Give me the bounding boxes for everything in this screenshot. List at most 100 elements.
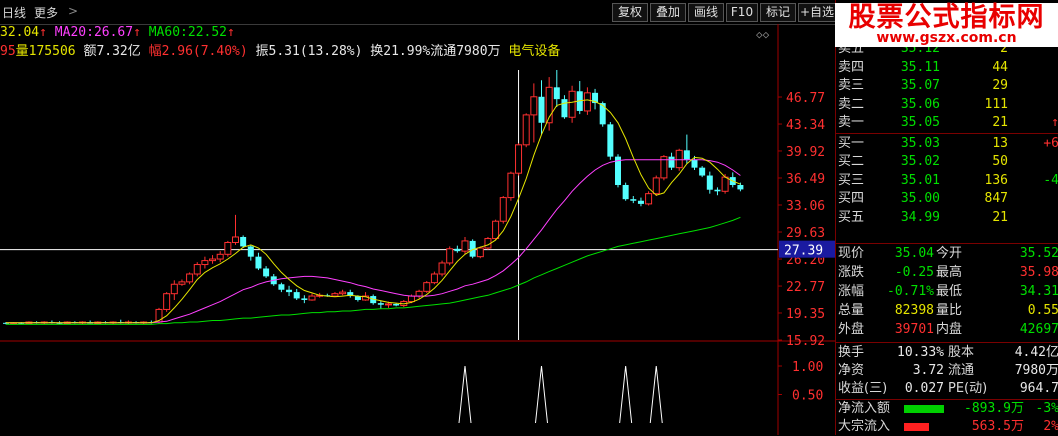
buy-row[interactable]: 买三 35.01 136 -4 [836, 172, 1058, 190]
price-tick-label: 36.49 [786, 172, 825, 187]
sell-row[interactable]: 卖一 35.05 21 ↑ [836, 114, 1058, 132]
buy-label: 买五 [838, 209, 865, 225]
kline-chart[interactable]: 46.7743.3439.9236.4933.0629.6326.2022.77… [0, 24, 835, 435]
quote-panel: 卖五 35.12 2 卖四 35.11 44 卖三 35.07 29 卖二 35.06 111 卖一 35… [835, 0, 1058, 435]
f10-button[interactable]: F10 [726, 3, 758, 22]
stat2-row: 净资 3.72 流通 7980万 [836, 362, 1058, 380]
buy-change: -4 [1043, 172, 1058, 188]
candle-body [423, 282, 431, 292]
draw-line-button[interactable]: 画线 [688, 3, 724, 22]
candle-body [507, 172, 515, 199]
overlay-button[interactable]: 叠加 [650, 3, 686, 22]
stat-row: 外盘 39701 内盘 42697 [836, 321, 1058, 339]
candle-body [170, 283, 178, 295]
stat-label: 涨幅 [838, 284, 865, 299]
sell-label: 卖三 [838, 78, 865, 93]
price-tick-label: 46.77 [786, 91, 825, 106]
stat-value: 39701 [894, 322, 934, 337]
candle-body [454, 248, 461, 252]
candle-body [377, 303, 384, 305]
candle-body [240, 236, 247, 247]
indicator-pulse [649, 365, 663, 424]
candle-body [293, 292, 300, 299]
indicator-pulse [619, 365, 633, 424]
candle-body [652, 177, 660, 195]
stat2-label-2: 流通 [948, 363, 975, 378]
stat2-value: 0.027 [904, 381, 944, 396]
sell-row[interactable]: 卖二 35.06 111 [836, 96, 1058, 114]
buy-row[interactable]: 买二 35.02 50 [836, 153, 1058, 171]
buy-label: 买三 [838, 172, 865, 188]
period-selector[interactable]: 日线 [2, 4, 26, 21]
stat-value: 82398 [894, 303, 934, 318]
candle-body [407, 295, 415, 303]
candle-body [209, 258, 217, 262]
candle-body [553, 87, 560, 100]
buy-volume: 847 [984, 191, 1008, 206]
chart-toolbar: 日线 更多 > 复权 叠加 画线 F10 标记 +自选 [0, 0, 836, 25]
candle-body [201, 260, 209, 266]
candle-body [691, 159, 698, 168]
stat-label: 现价 [838, 246, 865, 261]
candle-body [308, 295, 316, 301]
watermark-url: www.gszx.com.cn [876, 30, 1017, 46]
more-arrow-icon[interactable]: > [68, 4, 78, 18]
candle-body [515, 144, 523, 174]
crosshair-price-label: 27.39 [784, 244, 823, 259]
candle-body [193, 264, 201, 275]
candle-body [599, 103, 606, 125]
flow-row: 净流入额 -893.9万 -3% [836, 400, 1058, 418]
buy-price: 35.01 [900, 172, 940, 188]
candle-body [278, 284, 285, 290]
stat-value: -0.71% [887, 284, 934, 299]
candle-body [255, 256, 262, 269]
moving-averages [6, 99, 741, 325]
flow-value: 563.5万 [971, 419, 1024, 434]
more-menu[interactable]: 更多 [34, 4, 58, 21]
stat-value: -0.25 [894, 265, 934, 280]
candle-body [530, 96, 538, 116]
buy-row[interactable]: 买五 34.99 21 [836, 209, 1058, 227]
sell-volume: 111 [984, 96, 1008, 112]
buy-volume: 136 [984, 172, 1008, 188]
candle-body [263, 268, 270, 277]
stat-value-2: 35.52 [1019, 246, 1058, 261]
stat2-value: 10.33% [897, 345, 944, 360]
buy-change: +6 [1043, 135, 1058, 151]
sell-volume: 21 [992, 115, 1008, 130]
buy-volume: 50 [992, 154, 1008, 169]
candle-body [461, 240, 469, 252]
stat2-row: 收益(三) 0.027 PE(动) 964.7 [836, 380, 1058, 398]
flow-bar [904, 423, 929, 431]
candle-body [385, 303, 392, 306]
sell-row[interactable]: 卖四 35.11 44 [836, 59, 1058, 77]
buy-row[interactable]: 买一 35.03 13 +6 [836, 135, 1058, 153]
buy-row[interactable]: 买四 35.00 847 [836, 190, 1058, 208]
stat2-label: 净资 [838, 363, 865, 378]
stat-row: 现价 35.04 今开 35.52 [836, 245, 1058, 263]
buy-label: 买一 [838, 135, 865, 151]
flow-label: 净流入额 [838, 401, 891, 416]
sell-label: 卖二 [838, 96, 865, 112]
sell-price: 35.05 [900, 115, 940, 130]
candle-body [492, 220, 500, 240]
ma60-line [6, 216, 741, 325]
stat2-value: 3.72 [912, 363, 944, 378]
price-tick-label: 19.35 [786, 307, 825, 322]
candle-body [714, 189, 721, 192]
flow-bar [904, 405, 944, 413]
sell-label: 卖一 [838, 115, 865, 130]
candle-body [706, 175, 713, 190]
candle-body [216, 253, 224, 260]
candle-body [637, 200, 644, 204]
mark-button[interactable]: 标记 [760, 3, 796, 22]
candle-body [224, 241, 232, 255]
sell-change: ↑ [1051, 115, 1058, 130]
add-watchlist-button[interactable]: +自选 [798, 3, 836, 22]
candle-body [415, 290, 423, 297]
price-tick-label: 22.77 [786, 280, 825, 295]
sell-row[interactable]: 卖三 35.07 29 [836, 77, 1058, 95]
flow-percent: 2% [1043, 419, 1058, 434]
adjust-price-button[interactable]: 复权 [612, 3, 648, 22]
candle-body [499, 197, 507, 222]
